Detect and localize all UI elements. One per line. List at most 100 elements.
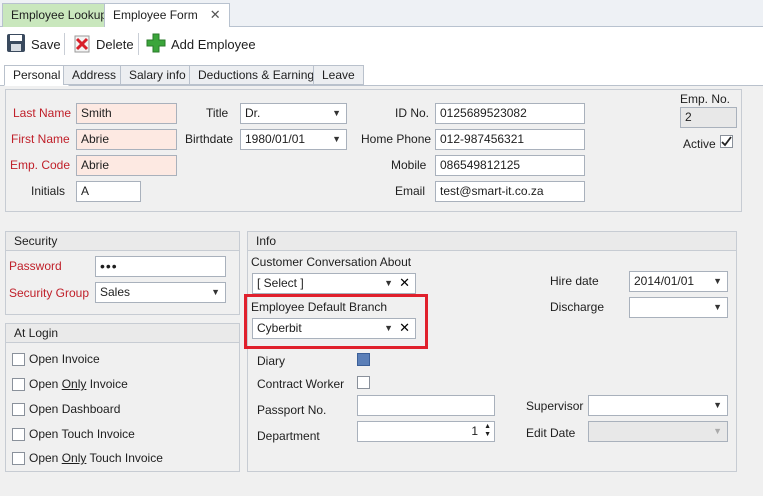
option-label: Open Touch Invoice [29,427,135,441]
chevron-down-icon[interactable]: ▼ [713,272,722,291]
security-group-value: Sales [100,285,131,299]
conversation-select[interactable]: [ Select ] ▼ ✕ [252,273,416,294]
emp-code-field[interactable]: Abrie [76,155,177,176]
checkbox[interactable] [12,427,25,441]
plus-icon [146,33,166,56]
clear-icon[interactable]: ✕ [399,319,410,337]
open-touch-invoice-option[interactable]: Open Touch Invoice [12,426,135,442]
option-text: Open [29,377,62,391]
tab-employee-lookup[interactable]: Employee Lookup [2,3,117,27]
add-employee-button[interactable]: Add Employee [146,32,256,56]
emp-no-label: Emp. No. [680,92,731,106]
home-phone-field[interactable]: 012-987456321 [435,129,585,150]
checkbox[interactable] [12,377,25,391]
tab-leave[interactable]: Leave [313,65,364,85]
last-name-field[interactable]: Smith [76,103,177,124]
delete-label: Delete [96,36,134,52]
tab-label: Employee Lookup [11,8,108,22]
checkbox[interactable] [12,451,25,465]
save-label: Save [31,36,61,52]
active-checkbox[interactable] [720,135,733,148]
checkmark-icon [721,136,732,147]
chevron-down-icon: ▼ [713,426,722,436]
open-dashboard-option[interactable]: Open Dashboard [12,401,120,417]
option-label: Open Only Touch Invoice [29,450,163,466]
tab-address[interactable]: Address [63,65,126,85]
chevron-down-icon[interactable]: ▼ [332,104,341,123]
department-label: Department [257,429,320,443]
option-label: Open Only Invoice [29,376,128,392]
at-login-header: At Login [6,324,239,343]
branch-select[interactable]: Cyberbit ▼ ✕ [252,318,416,339]
first-name-field[interactable]: Abrie [76,129,177,150]
tab-employee-form[interactable]: Employee Form ✕ [104,3,230,28]
password-field[interactable]: ••• [95,256,226,277]
spin-arrows-icon[interactable]: ▲ ▼ [484,423,491,439]
diary-label: Diary [257,354,286,368]
tab-label: Personal [13,68,61,82]
tab-salary-info[interactable]: Salary info [120,65,195,85]
supervisor-label: Supervisor [526,399,584,413]
option-text: Open [29,451,62,465]
open-only-invoice-option[interactable]: Open Only Invoice [12,376,128,392]
open-invoice-option[interactable]: Open Invoice [12,351,100,367]
tab-label: Address [72,68,117,82]
option-label: Open Dashboard [29,402,121,416]
contract-worker-checkbox[interactable] [357,376,370,389]
toolbar-separator [64,33,65,55]
diary-checkbox[interactable] [357,353,370,366]
chevron-down-icon[interactable]: ▼ [332,130,341,149]
floppy-disk-icon [6,33,26,56]
tab-personal[interactable]: Personal [4,65,70,86]
discharge-picker[interactable]: ▼ [629,297,728,318]
discharge-label: Discharge [550,300,605,314]
title-value: Dr. [245,106,261,120]
delete-button[interactable]: Delete [73,32,134,56]
chevron-down-icon[interactable]: ▼ [211,283,220,302]
supervisor-select[interactable]: ▼ [588,395,728,416]
clear-icon[interactable]: ✕ [399,274,410,292]
passport-field[interactable] [357,395,495,416]
id-label: ID No. [395,106,430,120]
chevron-down-icon[interactable]: ▼ [713,298,722,317]
option-emphasis: Only [61,451,87,465]
mobile-field[interactable]: 086549812125 [435,155,585,176]
branch-label: Employee Default Branch [251,300,388,314]
tab-label: Employee Form [113,8,198,22]
hire-date-picker[interactable]: 2014/01/01 ▼ [629,271,728,292]
close-icon[interactable]: ✕ [210,4,221,26]
conversation-value: [ Select ] [257,276,304,290]
initials-label: Initials [31,184,66,198]
email-field[interactable]: test@smart-it.co.za [435,181,585,202]
checkbox[interactable] [12,352,25,366]
open-only-touch-invoice-option[interactable]: Open Only Touch Invoice [12,450,163,466]
tab-deductions-earnings[interactable]: Deductions & Earnings [189,65,330,85]
delete-icon [73,33,91,56]
conversation-label: Customer Conversation About [251,255,412,269]
info-header: Info [248,232,736,251]
department-stepper[interactable]: 1 ▲ ▼ [357,421,495,442]
birthdate-picker[interactable]: 1980/01/01 ▼ [240,129,347,150]
hire-date-value: 2014/01/01 [634,274,695,288]
checkbox[interactable] [12,402,25,416]
email-label: Email [395,184,426,198]
add-employee-label: Add Employee [171,36,256,52]
tab-label: Deductions & Earnings [198,68,321,82]
initials-field[interactable]: A [76,181,141,202]
edit-date-field: ▼ [588,421,728,442]
option-text: Invoice [61,352,100,366]
title-select[interactable]: Dr. ▼ [240,103,347,124]
chevron-down-icon[interactable]: ▼ [713,396,722,415]
home-phone-label: Home Phone [361,132,432,146]
chevron-down-icon[interactable]: ▼ [384,274,393,293]
security-header: Security [6,232,239,251]
password-label: Password [9,259,62,273]
chevron-down-icon[interactable]: ▼ [384,319,393,338]
security-group-select[interactable]: Sales ▼ [95,282,226,303]
save-button[interactable]: Save [6,32,61,56]
active-label: Active [683,137,716,151]
security-group-label: Security Group [9,286,90,300]
id-field[interactable]: 0125689523082 [435,103,585,124]
emp-no-field: 2 [680,107,737,128]
last-name-label: Last Name [13,106,72,120]
